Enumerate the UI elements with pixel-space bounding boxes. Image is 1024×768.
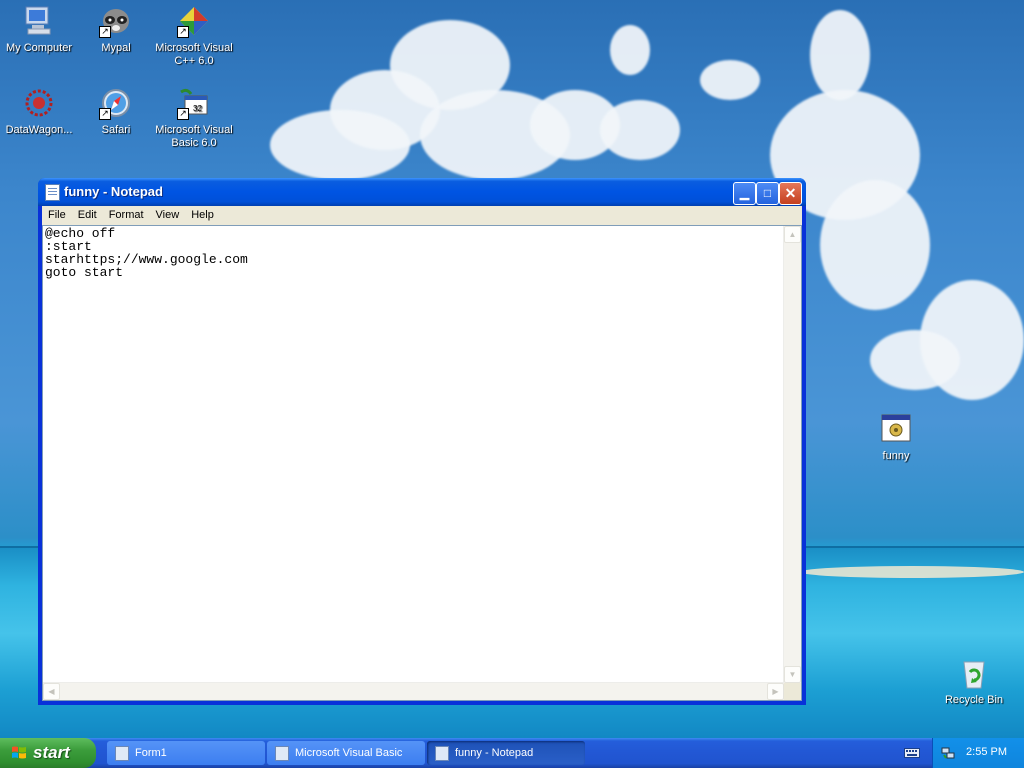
taskbar-item-label: funny - Notepad [455,747,534,759]
taskbar-item-label: Microsoft Visual Basic [295,747,403,759]
desktop-icon-safari[interactable]: ↗ Safari [73,86,159,137]
compass-icon: ↗ [99,86,133,120]
desktop-icon-visual-cpp[interactable]: ↗ Microsoft Visual C++ 6.0 [151,4,237,68]
visual-basic-icon [275,746,289,761]
text-editor[interactable]: @echo off :start starhttps;//www.google.… [42,225,802,701]
visual-basic-icon: 32 ↗ [177,86,211,120]
editor-content[interactable]: @echo off :start starhttps;//www.google.… [45,227,248,279]
close-button[interactable]: ✕ [779,182,802,205]
desktop-icon-datawagon[interactable]: DataWagon... [0,86,82,137]
menu-edit[interactable]: Edit [72,206,103,221]
form-icon [115,746,129,761]
notepad-window[interactable]: funny - Notepad ▁ □ ✕ File Edit Format V… [38,178,806,705]
minimize-button[interactable]: ▁ [733,182,756,205]
desktop-icon-label: funny [882,450,910,462]
taskbar: start Form1 Microsoft Visual Basic funny… [0,738,1024,768]
menu-format[interactable]: Format [103,206,150,221]
vertical-scrollbar[interactable]: ▲ ▼ [783,226,801,683]
desktop-icon-label: Safari [101,124,131,136]
shortcut-arrow-icon: ↗ [99,108,111,120]
desktop-icon-my-computer[interactable]: My Computer [0,4,82,55]
taskbar-item-form1[interactable]: Form1 [107,741,265,765]
taskbar-item-visual-basic[interactable]: Microsoft Visual Basic [267,741,425,765]
desktop-icon-label: Recycle Bin [944,694,1004,706]
desktop-icon-label: My Computer [5,42,73,54]
resize-grip-icon[interactable] [784,683,801,700]
scroll-right-button[interactable]: ▶ [767,683,784,700]
notepad-icon [45,184,60,201]
start-label: start [33,743,70,762]
recycle-bin-icon [957,656,991,690]
taskbar-item-notepad[interactable]: funny - Notepad [427,741,585,765]
start-button[interactable]: start [0,738,96,768]
shortcut-arrow-icon: ↗ [177,26,189,38]
menu-help[interactable]: Help [185,206,220,221]
desktop-icon-label: DataWagon... [5,124,73,136]
desktop-icon-label: Microsoft Visual Basic 6.0 [155,124,233,149]
desktop-icon-recycle-bin[interactable]: Recycle Bin [931,656,1017,707]
menu-file[interactable]: File [42,206,72,221]
horizontal-scrollbar[interactable]: ◀ ▶ [43,682,784,700]
scroll-down-button[interactable]: ▼ [784,666,801,683]
keyboard-icon[interactable] [904,746,920,759]
system-tray: 2:55 PM [932,738,1024,768]
visual-cpp-icon: ↗ [177,4,211,38]
desktop-icon-mypal[interactable]: ↗ Mypal [73,4,159,55]
title-bar[interactable]: funny - Notepad ▁ □ ✕ [38,178,806,206]
raccoon-icon: ↗ [99,4,133,38]
desktop-icon-visual-basic[interactable]: 32 ↗ Microsoft Visual Basic 6.0 [151,86,237,150]
minimize-icon: ▁ [739,186,750,200]
network-icon[interactable] [941,746,955,760]
menu-bar: File Edit Format View Help [42,206,802,226]
batch-file-icon [879,412,913,446]
scroll-up-button[interactable]: ▲ [784,226,801,243]
scroll-left-button[interactable]: ◀ [43,683,60,700]
desktop-icon-label: Mypal [101,42,131,54]
maximize-button[interactable]: □ [756,182,779,205]
desktop-icon-label: Microsoft Visual C++ 6.0 [155,42,233,67]
windows-flag-icon [12,746,26,759]
shortcut-arrow-icon: ↗ [99,26,111,38]
shortcut-arrow-icon: ↗ [177,108,189,120]
close-icon: ✕ [784,185,797,201]
desktop-icon-funny[interactable]: funny [853,412,939,463]
taskbar-item-label: Form1 [135,747,167,759]
svg-text:32: 32 [193,104,202,113]
clock[interactable]: 2:55 PM [966,746,1007,758]
datawagon-icon [22,86,56,120]
window-title: funny - Notepad [64,184,163,199]
computer-icon [22,4,56,38]
maximize-icon: □ [763,186,772,200]
notepad-icon [435,746,449,761]
menu-view[interactable]: View [150,206,186,221]
